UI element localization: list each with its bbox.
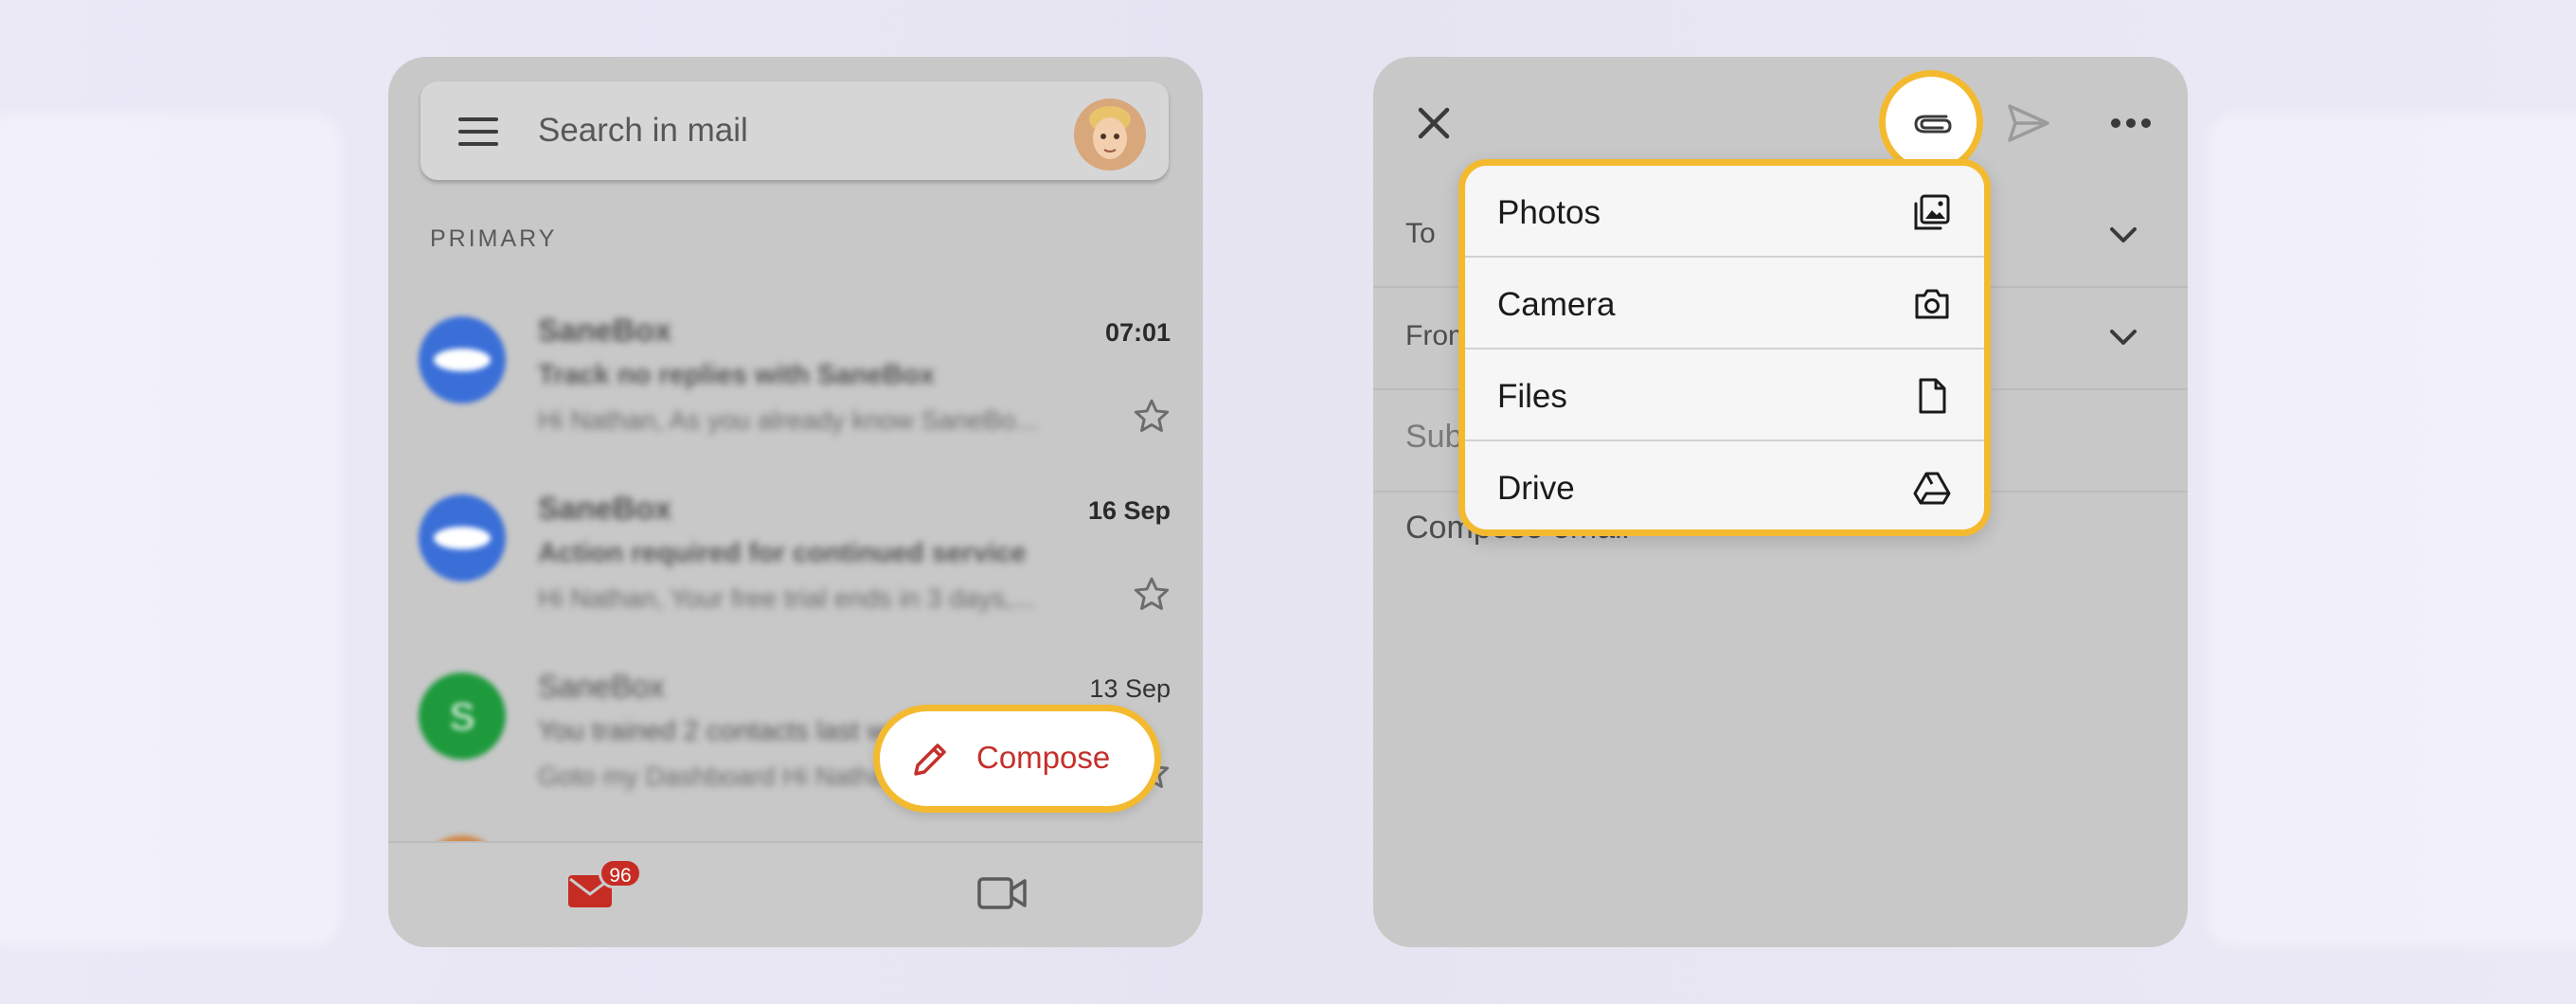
email-time: 07:01 <box>1104 318 1171 347</box>
chevron-down-icon[interactable] <box>2106 320 2140 354</box>
email-subject: You trained 2 contacts last week <box>538 716 931 746</box>
svg-text:S: S <box>450 696 475 738</box>
menu-icon[interactable] <box>458 117 498 146</box>
inbox-screen: Search in mail PRIMARY SaneBox Track no … <box>388 57 1203 947</box>
sender-avatar <box>419 494 506 582</box>
menu-item-label: Photos <box>1497 194 1601 231</box>
more-options-icon[interactable] <box>2108 114 2154 133</box>
account-avatar[interactable] <box>1074 99 1146 170</box>
search-input[interactable]: Search in mail <box>538 112 748 150</box>
to-label: To <box>1405 218 1436 249</box>
email-sender: SaneBox <box>538 491 672 526</box>
email-time: 16 Sep <box>1087 496 1171 525</box>
email-row[interactable]: SaneBox Action required for continued se… <box>388 483 1203 654</box>
email-row[interactable]: SaneBox Track no replies with SaneBox Hi… <box>388 305 1203 475</box>
compose-label: Compose <box>976 740 1111 775</box>
email-sender: SaneBox <box>538 669 665 704</box>
chevron-down-icon[interactable] <box>2106 218 2140 252</box>
menu-item-camera[interactable]: Camera <box>1465 258 1984 350</box>
sender-avatar <box>419 316 506 403</box>
attachment-menu: Photos Camera Files Drive <box>1458 159 1991 536</box>
drive-icon <box>1913 472 1951 505</box>
close-icon[interactable] <box>1411 100 1457 146</box>
unread-count-badge: 96 <box>599 858 642 888</box>
photos-icon <box>1914 194 1950 230</box>
menu-item-photos[interactable]: Photos <box>1465 166 1984 258</box>
background-decoration-left <box>0 114 341 947</box>
search-bar[interactable]: Search in mail <box>420 81 1169 180</box>
send-icon[interactable] <box>2004 99 2053 148</box>
section-label-primary: PRIMARY <box>430 225 558 252</box>
bottom-navigation: 96 <box>388 841 1203 947</box>
pencil-icon <box>914 744 946 776</box>
email-sender: SaneBox <box>538 313 672 348</box>
menu-item-label: Camera <box>1497 286 1616 323</box>
menu-item-drive[interactable]: Drive <box>1465 441 1984 529</box>
email-snippet: Goto my Dashboard Hi Nathan... <box>538 762 923 791</box>
file-icon <box>1919 378 1946 414</box>
email-snippet: Hi Nathan, As you already know SaneBo... <box>538 405 1038 435</box>
email-subject: Track no replies with SaneBox <box>538 360 936 390</box>
menu-item-files[interactable]: Files <box>1465 350 1984 441</box>
sender-avatar: S <box>419 672 506 760</box>
star-icon[interactable] <box>1131 574 1172 616</box>
star-icon[interactable] <box>1131 396 1172 438</box>
email-time: 13 Sep <box>1089 674 1171 703</box>
video-camera-icon[interactable] <box>975 873 1029 913</box>
paperclip-icon <box>1914 115 1952 134</box>
email-snippet: Hi Nathan, Your free trial ends in 3 day… <box>538 583 1035 613</box>
background-decoration-right <box>2207 114 2576 947</box>
menu-item-label: Files <box>1497 378 1567 415</box>
menu-item-label: Drive <box>1497 470 1575 507</box>
email-subject: Action required for continued service <box>538 538 1027 568</box>
compose-button[interactable]: Compose <box>873 705 1161 813</box>
camera-icon <box>1915 289 1949 319</box>
